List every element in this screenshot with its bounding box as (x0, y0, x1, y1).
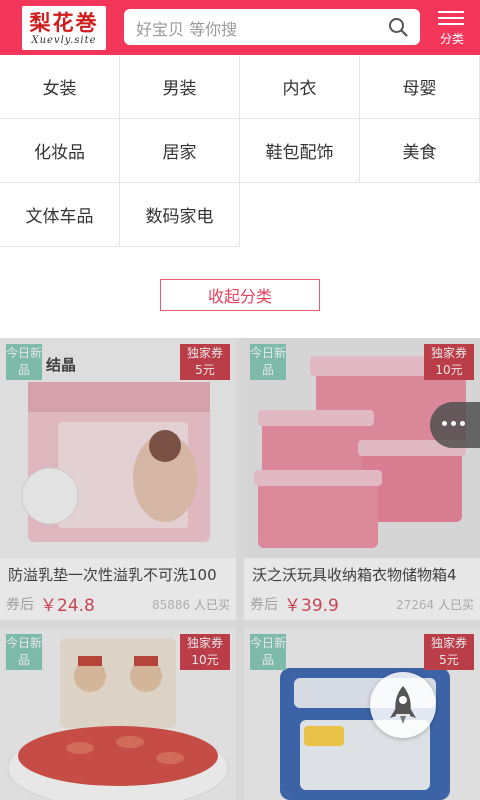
product-image[interactable]: 今日新品 独家券 10元 (0, 628, 236, 800)
tag-today-new: 今日新品 (6, 344, 42, 380)
tag-exclusive-coupon: 独家券 10元 (180, 634, 230, 670)
more-options-button[interactable] (430, 402, 480, 448)
more-dots-icon (442, 421, 469, 426)
rocket-icon (390, 686, 416, 724)
product-card[interactable]: 今日新品 独家券 10元 (0, 628, 236, 800)
category-menu-button[interactable]: 分类 (432, 8, 472, 48)
category-baby[interactable]: 母婴 (360, 55, 480, 119)
tag-exclusive-coupon: 独家券 10元 (424, 344, 474, 380)
product-image[interactable]: 今日新品 独家券 10元 (244, 338, 480, 558)
product-card[interactable]: 今日新品 独家券 10元 沃之沃玩具收纳箱衣物储物箱4 券后 ￥39.9 2726… (244, 338, 480, 620)
tag-exclusive-coupon: 独家券 5元 (424, 634, 474, 670)
product-image[interactable]: 今日新品 独家券 5元 (244, 628, 480, 800)
search-icon[interactable] (388, 17, 408, 37)
back-to-top-button[interactable] (370, 672, 436, 738)
tag-today-new: 今日新品 (6, 634, 42, 670)
product-title[interactable]: 沃之沃玩具收纳箱衣物储物箱4 (252, 564, 478, 585)
logo[interactable]: 梨花巻 Xuevly.site (22, 6, 106, 50)
brand-label: 结晶 (46, 356, 77, 374)
menu-icon (438, 11, 464, 25)
category-digital[interactable]: 数码家电 (120, 183, 240, 247)
app-header: 梨花巻 Xuevly.site 好宝贝 等你搜 分类 (0, 0, 480, 55)
category-food[interactable]: 美食 (360, 119, 480, 183)
category-home[interactable]: 居家 (120, 119, 240, 183)
category-shoes-bags[interactable]: 鞋包配饰 (240, 119, 360, 183)
category-cosmetics[interactable]: 化妆品 (0, 119, 120, 183)
category-women[interactable]: 女装 (0, 55, 120, 119)
product-card[interactable]: 今日新品 独家券 5元 结晶 防溢乳垫一次性溢乳不可洗100 券后 ￥24.8 8… (0, 338, 236, 620)
menu-label: 分类 (439, 32, 464, 46)
sold-count: 85886 人已买 (151, 598, 230, 612)
collapse-categories-button[interactable]: 收起分类 (160, 279, 320, 311)
product-price: ￥39.9 (284, 596, 339, 616)
search-input[interactable]: 好宝贝 等你搜 (136, 16, 237, 40)
tag-today-new: 今日新品 (250, 344, 286, 380)
price-label: 券后 (6, 597, 34, 613)
sold-count: 27264 人已买 (395, 598, 474, 612)
price-label: 券后 (250, 597, 278, 613)
category-underwear[interactable]: 内衣 (240, 55, 360, 119)
tag-exclusive-coupon: 独家券 5元 (180, 344, 230, 380)
logo-subtitle: Xuevly.site (31, 35, 97, 46)
logo-title: 梨花巻 (29, 10, 99, 35)
product-title[interactable]: 防溢乳垫一次性溢乳不可洗100 (8, 564, 234, 585)
category-sports-auto[interactable]: 文体车品 (0, 183, 120, 247)
product-image[interactable]: 今日新品 独家券 5元 结晶 (0, 338, 236, 558)
product-card[interactable]: 今日新品 独家券 5元 (244, 628, 480, 800)
product-price: ￥24.8 (40, 596, 95, 616)
search-bar[interactable]: 好宝贝 等你搜 (124, 9, 420, 45)
category-men[interactable]: 男装 (120, 55, 240, 119)
tag-today-new: 今日新品 (250, 634, 286, 670)
